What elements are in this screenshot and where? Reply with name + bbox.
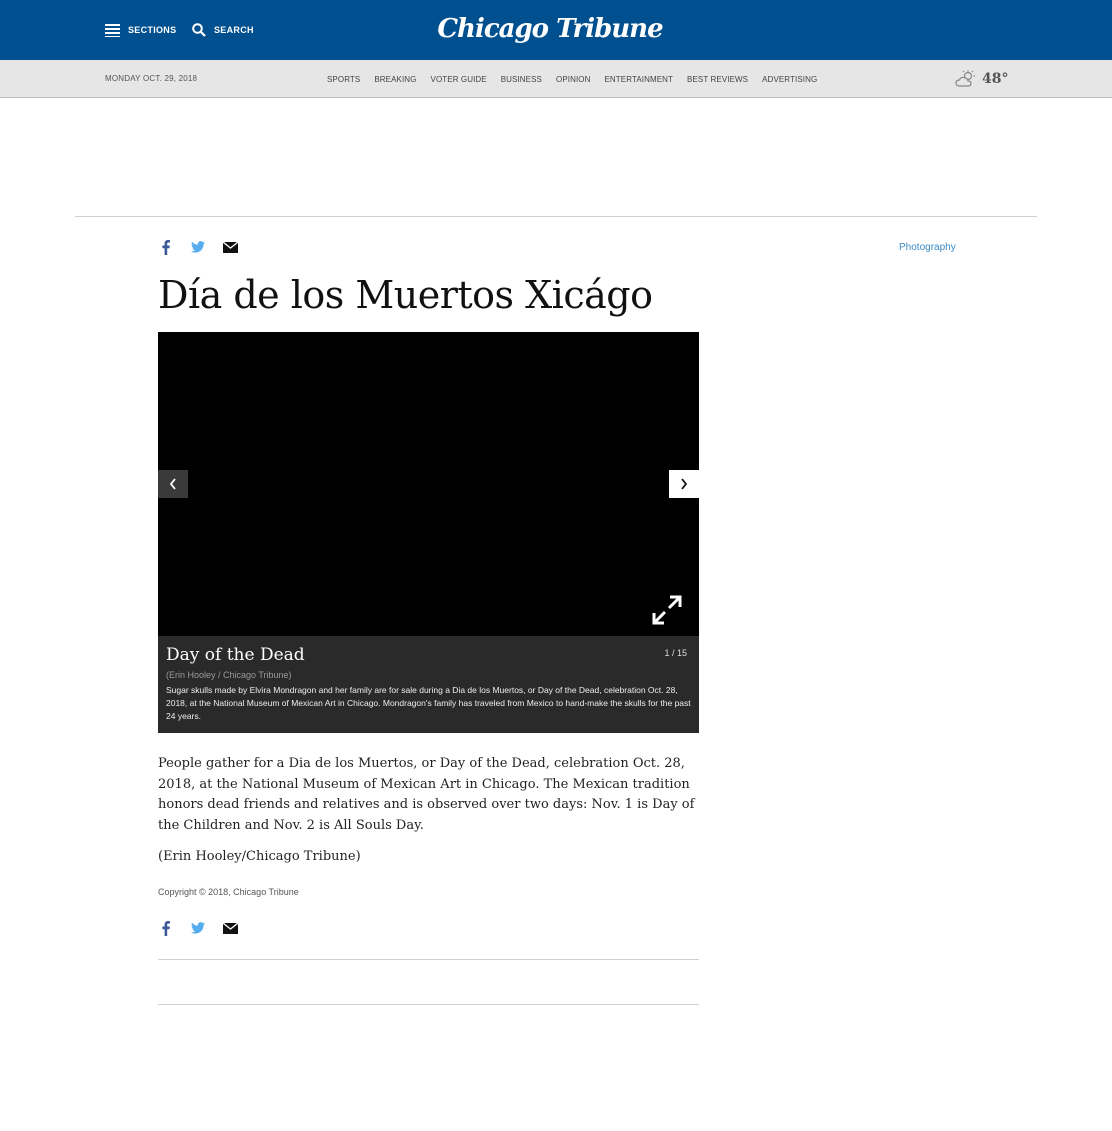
fullscreen-button[interactable] <box>652 595 684 627</box>
twitter-icon <box>191 241 205 253</box>
facebook-icon <box>162 239 170 255</box>
search-button[interactable]: SEARCH <box>192 0 254 60</box>
photo-gallery: Day of the Dead 1 / 15 (Erin Hooley / Ch… <box>158 332 699 733</box>
search-icon <box>192 23 206 37</box>
content-divider <box>158 959 699 960</box>
photo-credit: (Erin Hooley / Chicago Tribune) <box>166 670 292 680</box>
chevron-right-icon <box>681 478 688 490</box>
sections-button[interactable]: SECTIONS <box>105 0 176 60</box>
nav-bar: MONDAY OCT. 29, 2018 SPORTS BREAKING VOT… <box>0 60 1112 98</box>
content-divider <box>158 1004 699 1005</box>
gallery-prev-button[interactable] <box>158 470 188 498</box>
nav-link-sports[interactable]: SPORTS <box>327 75 360 84</box>
email-icon <box>222 922 238 934</box>
weather-widget[interactable]: 48° <box>955 68 1008 90</box>
hamburger-menu-icon <box>105 23 120 37</box>
expand-icon <box>652 595 682 625</box>
nav-link-voter-guide[interactable]: VOTER GUIDE <box>431 75 487 84</box>
email-share-button[interactable] <box>222 920 238 936</box>
partly-cloudy-icon <box>955 70 975 87</box>
twitter-share-button[interactable] <box>190 239 206 255</box>
site-logo[interactable]: Chicago Tribune <box>430 12 670 46</box>
gallery-caption: Day of the Dead 1 / 15 (Erin Hooley / Ch… <box>158 636 699 733</box>
nav-link-business[interactable]: BUSINESS <box>501 75 542 84</box>
weather-temperature: 48° <box>982 71 1009 87</box>
gallery-counter: 1 / 15 <box>664 648 687 658</box>
share-bar-top <box>158 239 254 255</box>
section-nav: SPORTS BREAKING VOTER GUIDE BUSINESS OPI… <box>327 60 831 98</box>
facebook-share-button[interactable] <box>158 920 174 936</box>
gallery-photo[interactable] <box>158 332 699 636</box>
email-share-button[interactable] <box>222 239 238 255</box>
gallery-next-button[interactable] <box>669 470 699 498</box>
section-link-photography[interactable]: Photography <box>899 242 956 253</box>
article-body: People gather for a Dia de los Muertos, … <box>158 756 695 833</box>
nav-link-opinion[interactable]: OPINION <box>556 75 590 84</box>
top-header: SECTIONS SEARCH Chicago Tribune <box>0 0 1112 60</box>
email-icon <box>222 241 238 253</box>
facebook-share-button[interactable] <box>158 239 174 255</box>
current-date: MONDAY OCT. 29, 2018 <box>105 74 198 83</box>
nav-link-advertising[interactable]: ADVERTISING <box>762 75 817 84</box>
nav-link-best-reviews[interactable]: BEST REVIEWS <box>687 75 748 84</box>
ad-divider <box>75 216 1037 217</box>
caption-text: Sugar skulls made by Elvira Mondragon an… <box>166 685 691 721</box>
caption-title: Day of the Dead <box>166 645 305 665</box>
article-headline: Día de los Muertos Xicágo <box>158 273 653 317</box>
sections-label: SECTIONS <box>128 25 177 35</box>
copyright-notice: Copyright © 2018, Chicago Tribune <box>158 887 299 897</box>
twitter-share-button[interactable] <box>190 920 206 936</box>
twitter-icon <box>191 922 205 934</box>
nav-link-entertainment[interactable]: ENTERTAINMENT <box>604 75 673 84</box>
search-label: SEARCH <box>214 25 254 35</box>
nav-link-breaking[interactable]: BREAKING <box>374 75 416 84</box>
facebook-icon <box>162 920 170 936</box>
share-bar-bottom <box>158 920 254 936</box>
article-credit: (Erin Hooley/Chicago Tribune) <box>158 849 361 864</box>
chevron-left-icon <box>169 478 176 490</box>
